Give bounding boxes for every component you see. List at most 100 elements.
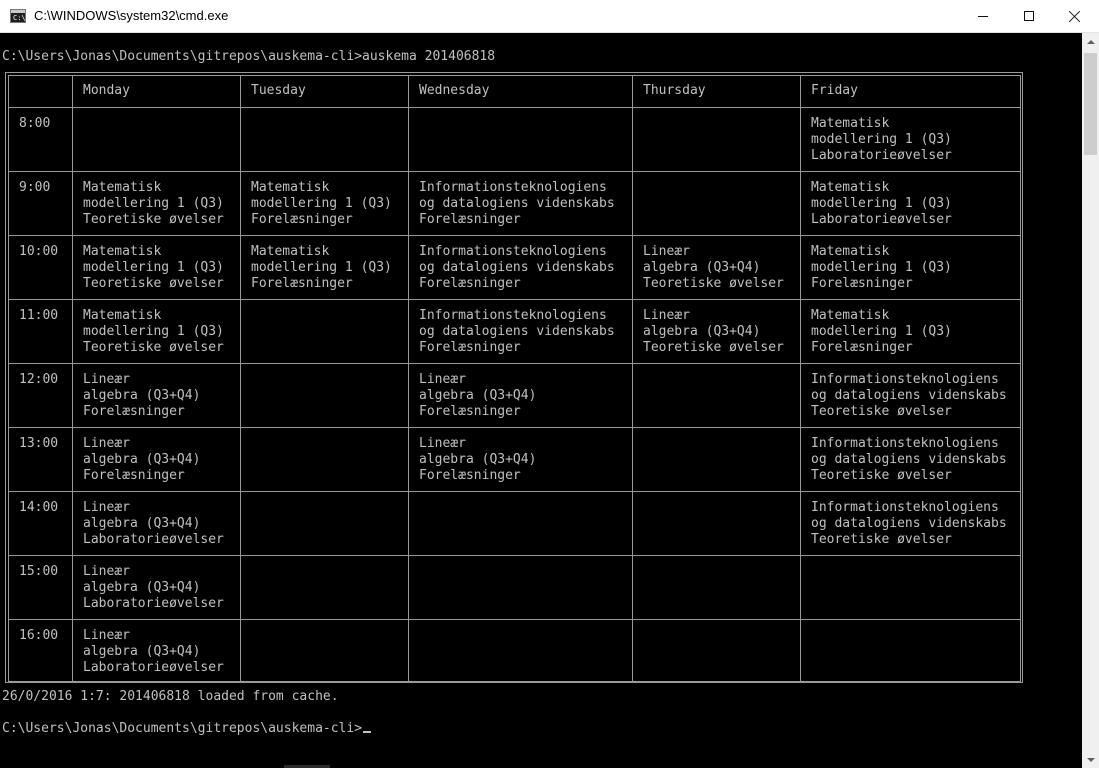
entry-line: Matematisk bbox=[251, 180, 330, 195]
timetable-entry: Matematisk modellering 1 (Q3) Forelæsninge… bbox=[800, 299, 1021, 364]
entry-line: Lineær bbox=[83, 436, 130, 451]
entry-line: algebra (Q3+Q4) bbox=[419, 388, 537, 403]
timetable-entry: Matematisk modellering 1 (Q3) Forelæsninge… bbox=[800, 235, 1021, 300]
minimize-button[interactable] bbox=[960, 0, 1006, 32]
timetable-empty-cell bbox=[408, 107, 633, 172]
header-corner bbox=[8, 75, 73, 108]
time-label: 8:00 bbox=[8, 107, 73, 172]
entry-line: algebra (Q3+Q4) bbox=[83, 388, 201, 403]
timetable-grid: Monday Tuesday Wednesday Thursday Friday 8:00… bbox=[8, 75, 1021, 682]
time-label: 11:00 bbox=[8, 299, 73, 364]
entry-line: modellering 1 (Q3) bbox=[83, 260, 224, 275]
timetable-entry: Informationsteknologiens og datalogiens v… bbox=[408, 171, 633, 236]
prompt-line[interactable]: C:\Users\Jonas\Documents\gitrepos\auskem… bbox=[2, 721, 372, 737]
scroll-up-button[interactable] bbox=[1082, 33, 1099, 50]
entry-line: Laboratorieøvelser bbox=[83, 660, 224, 675]
entry-line: Lineær bbox=[83, 500, 130, 515]
time-label: 12:00 bbox=[8, 363, 73, 428]
entry-line: og datalogiens videnskabs bbox=[419, 324, 615, 339]
timetable-empty-cell bbox=[632, 363, 801, 428]
entry-line: Forelæsninger bbox=[251, 276, 353, 291]
close-icon bbox=[1069, 10, 1081, 22]
day-header: Friday bbox=[800, 75, 1021, 108]
entry-line: Lineær bbox=[643, 308, 690, 323]
day-header: Monday bbox=[72, 75, 241, 108]
command-line: C:\Users\Jonas\Documents\gitrepos\auskem… bbox=[2, 49, 496, 64]
timetable-entry: Lineær algebra (Q3+Q4) Laboratorieøvelser bbox=[72, 491, 241, 556]
entry-line: Teoretiske øvelser bbox=[811, 532, 952, 547]
scrollbar-thumb[interactable] bbox=[1084, 53, 1097, 155]
maximize-icon bbox=[1024, 11, 1034, 21]
entry-line: Teoretiske øvelser bbox=[643, 340, 784, 355]
timetable-empty-cell bbox=[408, 619, 633, 682]
entry-line: algebra (Q3+Q4) bbox=[643, 260, 761, 275]
timetable-empty-cell bbox=[632, 107, 801, 172]
time-label: 13:00 bbox=[8, 427, 73, 492]
timetable-entry: Informationsteknologiens og datalogiens v… bbox=[408, 299, 633, 364]
entry-line: Matematisk bbox=[83, 308, 162, 323]
day-header: Thursday bbox=[632, 75, 801, 108]
entry-line: Teoretiske øvelser bbox=[83, 276, 224, 291]
entry-line: algebra (Q3+Q4) bbox=[643, 324, 761, 339]
console-output[interactable]: C:\Users\Jonas\Documents\gitrepos\auskem… bbox=[0, 33, 1082, 768]
title-bar[interactable]: C:\ C:\WINDOWS\system32\cmd.exe bbox=[0, 0, 1099, 33]
entry-line: modellering 1 (Q3) bbox=[251, 260, 392, 275]
entry-line: algebra (Q3+Q4) bbox=[83, 452, 201, 467]
entry-line: Informationsteknologiens bbox=[419, 244, 607, 259]
timetable-entry: Lineær algebra (Q3+Q4) Forelæsninger bbox=[72, 427, 241, 492]
entry-line: Matematisk bbox=[811, 244, 890, 259]
chevron-up-icon bbox=[1086, 39, 1095, 44]
timetable-entry: Matematisk modellering 1 (Q3) Teoretiske ø… bbox=[72, 235, 241, 300]
entry-line: Informationsteknologiens bbox=[811, 372, 999, 387]
entry-line: Lineær bbox=[643, 244, 690, 259]
timetable-empty-cell bbox=[632, 619, 801, 682]
entry-line: Teoretiske øvelser bbox=[811, 404, 952, 419]
maximize-button[interactable] bbox=[1006, 0, 1052, 32]
timetable-empty-cell bbox=[240, 299, 409, 364]
entry-line: Informationsteknologiens bbox=[811, 436, 999, 451]
close-button[interactable] bbox=[1052, 0, 1098, 32]
entry-line: modellering 1 (Q3) bbox=[811, 324, 952, 339]
entry-line: Matematisk bbox=[83, 180, 162, 195]
timetable-entry: Matematisk modellering 1 (Q3) Laboratorieø… bbox=[800, 107, 1021, 172]
timetable-entry: Lineær algebra (Q3+Q4) Laboratorieøvelser bbox=[72, 555, 241, 620]
timetable-entry: Lineær algebra (Q3+Q4) Teoretiske øvelser bbox=[632, 235, 801, 300]
timetable-empty-cell bbox=[240, 363, 409, 428]
timetable-row: 10:00 Matematisk modellering 1 (Q3) Teoreti… bbox=[8, 235, 1021, 300]
entry-line: algebra (Q3+Q4) bbox=[419, 452, 537, 467]
entry-line: Forelæsninger bbox=[419, 404, 521, 419]
timetable-entry: Informationsteknologiens og datalogiens v… bbox=[800, 363, 1021, 428]
timetable-row: 11:00 Matematisk modellering 1 (Q3) Teoreti… bbox=[8, 299, 1021, 364]
timetable-empty-cell bbox=[240, 619, 409, 682]
entry-line: og datalogiens videnskabs bbox=[811, 516, 1007, 531]
minimize-icon bbox=[978, 15, 988, 17]
timetable-empty-cell bbox=[632, 171, 801, 236]
entry-line: algebra (Q3+Q4) bbox=[83, 644, 201, 659]
timetable-entry: Informationsteknologiens og datalogiens v… bbox=[408, 235, 633, 300]
entry-line: Lineær bbox=[419, 436, 466, 451]
entry-line: modellering 1 (Q3) bbox=[811, 132, 952, 147]
timetable-entry: Lineær algebra (Q3+Q4) Teoretiske øvelser bbox=[632, 299, 801, 364]
entry-line: Matematisk bbox=[251, 244, 330, 259]
entry-line: Lineær bbox=[419, 372, 466, 387]
timetable-empty-cell bbox=[800, 555, 1021, 620]
timetable-empty-cell bbox=[408, 555, 633, 620]
timetable-empty-cell bbox=[72, 107, 241, 172]
timetable-row: 9:00 Matematisk modellering 1 (Q3) Teoretis… bbox=[8, 171, 1021, 236]
prompt-text: C:\Users\Jonas\Documents\gitrepos\auskem… bbox=[2, 721, 363, 736]
entry-line: Forelæsninger bbox=[251, 212, 353, 227]
entry-line: modellering 1 (Q3) bbox=[251, 196, 392, 211]
time-label: 16:00 bbox=[8, 619, 73, 682]
entry-line: Teoretiske øvelser bbox=[83, 340, 224, 355]
entry-line: Forelæsninger bbox=[83, 404, 185, 419]
scroll-down-button[interactable] bbox=[1082, 751, 1099, 768]
entry-line: Teoretiske øvelser bbox=[83, 212, 224, 227]
timetable-empty-cell bbox=[632, 555, 801, 620]
text-cursor bbox=[363, 731, 372, 733]
timetable-empty-cell bbox=[240, 555, 409, 620]
entry-line: Matematisk bbox=[811, 308, 890, 323]
vertical-scrollbar[interactable] bbox=[1082, 33, 1099, 768]
entry-line: Forelæsninger bbox=[811, 340, 913, 355]
entry-line: Laboratorieøvelser bbox=[811, 148, 952, 163]
entry-line: Lineær bbox=[83, 628, 130, 643]
